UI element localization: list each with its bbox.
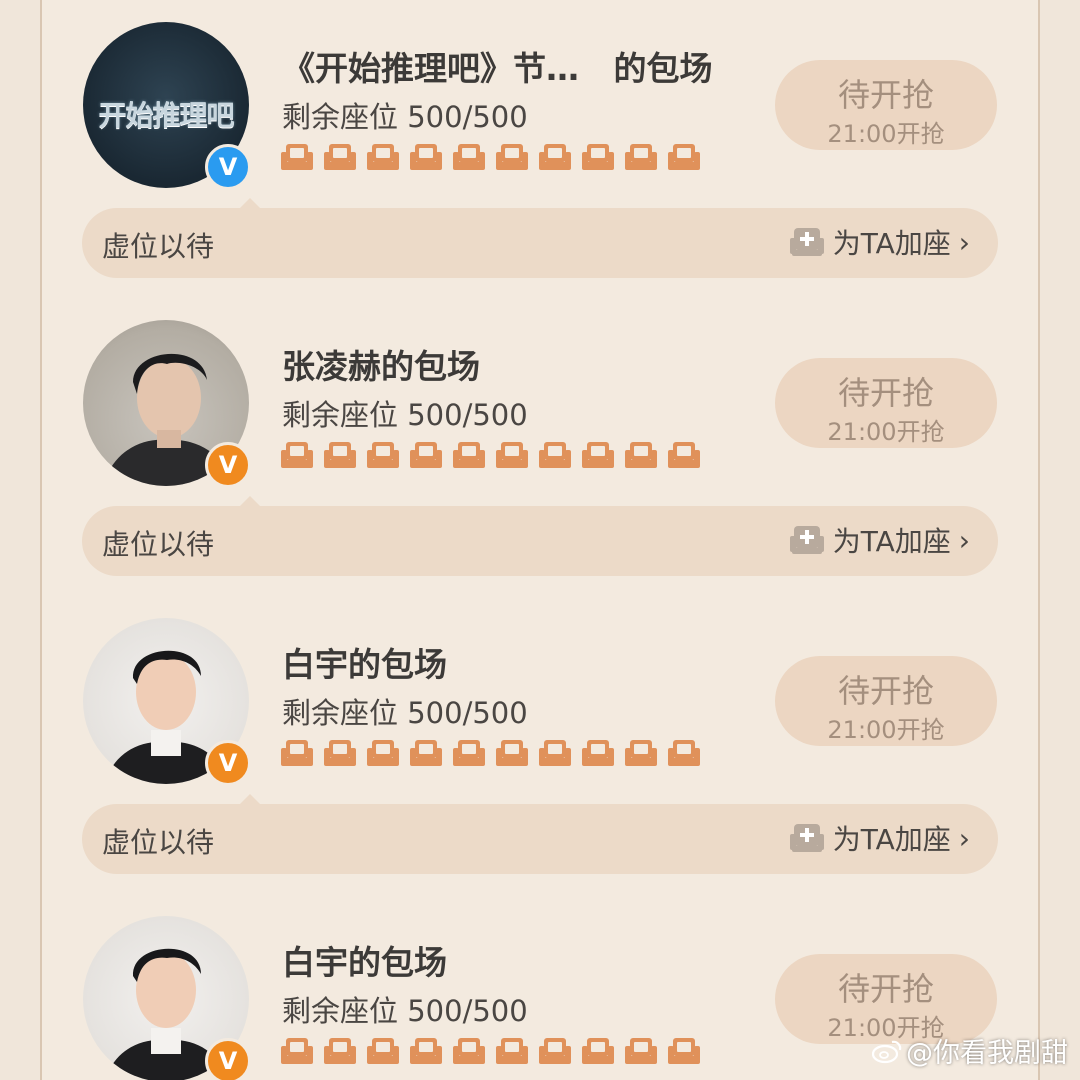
seat-icon	[366, 1036, 400, 1068]
avatar-container[interactable]: V	[83, 618, 251, 786]
avatar-container[interactable]: V	[83, 320, 251, 488]
screening-title: 《开始推理吧》节… 的包场	[282, 49, 713, 88]
seat-icon	[280, 738, 314, 770]
seat-icons	[280, 1036, 701, 1068]
waiting-bar: 虚位以待 为TA加座 ›	[82, 198, 998, 278]
grab-button[interactable]: 待开抢 21:00开抢	[775, 358, 997, 448]
add-seat-icon	[789, 228, 824, 256]
seat-icon	[581, 440, 615, 472]
verified-icon: V	[205, 740, 251, 786]
seat-icon	[667, 738, 701, 770]
seat-icon	[667, 440, 701, 472]
seat-icon	[323, 440, 357, 472]
seat-icon	[495, 1036, 529, 1068]
seat-icons	[280, 738, 701, 770]
weibo-icon	[872, 1040, 902, 1063]
seat-icon	[581, 1036, 615, 1068]
seat-icon	[409, 738, 443, 770]
seat-icon	[538, 440, 572, 472]
seat-icon	[667, 1036, 701, 1068]
seat-icon	[366, 738, 400, 770]
avatar-container[interactable]: V	[83, 916, 251, 1080]
chevron-right-icon: ›	[958, 821, 970, 855]
seat-icon	[323, 142, 357, 174]
remaining-seats: 剩余座位 500/500	[282, 994, 528, 1028]
chevron-right-icon: ›	[958, 225, 970, 259]
remaining-seats: 剩余座位 500/500	[282, 696, 528, 730]
grab-time: 21:00开抢	[827, 120, 945, 148]
seat-icon	[495, 440, 529, 472]
grab-button-label: 待开抢	[837, 672, 934, 710]
avatar-container[interactable]: 开始推理吧 V	[83, 22, 251, 190]
watermark-text: @你看我剧甜	[906, 1038, 1068, 1069]
seat-icon	[409, 440, 443, 472]
screening-title: 白宇的包场	[282, 645, 447, 684]
seat-icon	[452, 440, 486, 472]
seat-icon	[495, 738, 529, 770]
seat-icon	[366, 440, 400, 472]
waiting-bar: 虚位以待 为TA加座 ›	[82, 794, 998, 874]
seat-icon	[323, 1036, 357, 1068]
watermark: @你看我剧甜	[872, 1031, 1068, 1070]
grab-button-label: 待开抢	[837, 374, 934, 412]
seat-icon	[452, 1036, 486, 1068]
add-seat-label: 为TA加座	[832, 227, 951, 260]
seat-icon	[538, 1036, 572, 1068]
grab-button-label: 待开抢	[837, 970, 934, 1008]
seat-icon	[581, 142, 615, 174]
seat-icon	[624, 440, 658, 472]
screening-card: V 白宇的包场 剩余座位 500/500 待开抢 21:00开抢 虚位以待 为T…	[0, 596, 1080, 894]
page: 开始推理吧 V 《开始推理吧》节… 的包场 剩余座位 500/500 待开抢 2…	[0, 0, 1080, 1080]
seat-icon	[366, 142, 400, 174]
add-seat-icon	[789, 824, 824, 852]
seat-icon	[409, 1036, 443, 1068]
bar-pointer	[240, 496, 260, 506]
seat-icon	[323, 738, 357, 770]
seat-icon	[624, 1036, 658, 1068]
grab-button[interactable]: 待开抢 21:00开抢	[775, 656, 997, 746]
waiting-label: 虚位以待	[102, 230, 215, 263]
seat-icon	[538, 142, 572, 174]
grab-button[interactable]: 待开抢 21:00开抢	[775, 60, 997, 150]
seat-icons	[280, 142, 701, 174]
remaining-seats: 剩余座位 500/500	[282, 100, 528, 134]
verified-icon: V	[205, 144, 251, 190]
seat-icon	[409, 142, 443, 174]
grab-time: 21:00开抢	[827, 716, 945, 744]
add-seat-button[interactable]: 为TA加座 ›	[789, 818, 970, 858]
seat-icon	[624, 738, 658, 770]
seat-icon	[495, 142, 529, 174]
screening-title: 白宇的包场	[282, 943, 447, 982]
waiting-label: 虚位以待	[102, 528, 215, 561]
seat-icons	[280, 440, 701, 472]
seat-icon	[280, 1036, 314, 1068]
screening-title: 张凌赫的包场	[282, 347, 480, 386]
add-seat-button[interactable]: 为TA加座 ›	[789, 222, 970, 262]
bar-pointer	[240, 198, 260, 208]
screening-card: 开始推理吧 V 《开始推理吧》节… 的包场 剩余座位 500/500 待开抢 2…	[0, 0, 1080, 298]
remaining-seats: 剩余座位 500/500	[282, 398, 528, 432]
add-seat-button[interactable]: 为TA加座 ›	[789, 520, 970, 560]
screening-card: V 张凌赫的包场 剩余座位 500/500 待开抢 21:00开抢 虚位以待 为…	[0, 298, 1080, 596]
add-seat-label: 为TA加座	[832, 823, 951, 856]
seat-icon	[280, 440, 314, 472]
chevron-right-icon: ›	[958, 523, 970, 557]
add-seat-icon	[789, 526, 824, 554]
verified-icon: V	[205, 442, 251, 488]
seat-icon	[624, 142, 658, 174]
seat-icon	[667, 142, 701, 174]
seat-icon	[452, 738, 486, 770]
add-seat-label: 为TA加座	[832, 525, 951, 558]
seat-icon	[538, 738, 572, 770]
grab-time: 21:00开抢	[827, 418, 945, 446]
waiting-bar: 虚位以待 为TA加座 ›	[82, 496, 998, 576]
waiting-label: 虚位以待	[102, 826, 215, 859]
seat-icon	[452, 142, 486, 174]
seat-icon	[280, 142, 314, 174]
verified-icon: V	[205, 1038, 251, 1080]
grab-button-label: 待开抢	[837, 76, 934, 114]
show-logo-text: 开始推理吧	[98, 99, 234, 132]
seat-icon	[581, 738, 615, 770]
bar-pointer	[240, 794, 260, 804]
